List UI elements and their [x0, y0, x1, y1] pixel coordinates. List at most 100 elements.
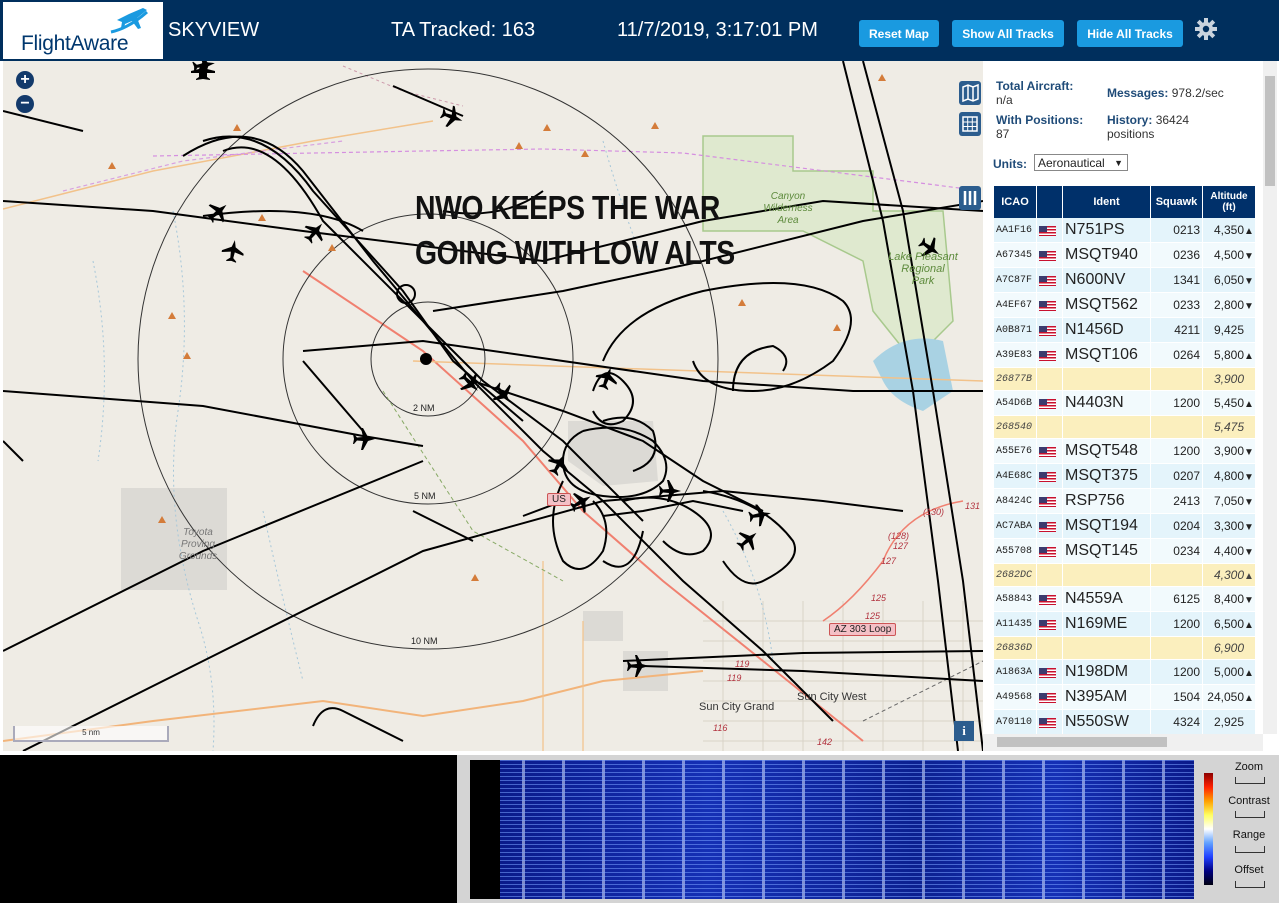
- table-row[interactable]: A49568 N395AM 1504 24,050▲: [994, 684, 1256, 710]
- cell-altitude: 5,000▲: [1202, 659, 1256, 685]
- table-row[interactable]: A4E68C MSQT375 0207 4,800▼: [994, 463, 1256, 489]
- table-row[interactable]: AA1F16 N751PS 0213 4,350▲: [994, 218, 1256, 243]
- aircraft-icon: [220, 238, 246, 264]
- table-row[interactable]: A7C87F N600NV 1341 6,050▼: [994, 267, 1256, 293]
- column-header-icao[interactable]: ICAO: [994, 186, 1037, 218]
- cell-squawk: 0213: [1150, 218, 1203, 243]
- scrollbar-thumb[interactable]: [1265, 76, 1275, 186]
- app-title: SKYVIEW: [168, 19, 260, 41]
- cell-altitude: 2,925: [1202, 709, 1256, 735]
- aircraft-icon: [299, 216, 331, 248]
- scrollbar-thumb[interactable]: [997, 737, 1167, 747]
- table-row[interactable]: A70110 N550SW 4324 2,925: [994, 709, 1256, 735]
- column-header-altitude[interactable]: Altitude (ft): [1202, 186, 1256, 218]
- cell-ident: N550SW: [1062, 709, 1151, 735]
- range-slider[interactable]: [1235, 846, 1265, 853]
- columns-toggle-button[interactable]: [959, 186, 981, 210]
- us-flag-icon: [1039, 471, 1056, 482]
- cell-flag: [1036, 342, 1063, 368]
- waterfall-image: [500, 760, 1194, 899]
- aircraft-icon: [627, 655, 649, 677]
- logo-text: FlightAware: [21, 32, 129, 55]
- gear-icon[interactable]: [1194, 17, 1218, 41]
- offset-slider[interactable]: [1235, 881, 1265, 888]
- table-row[interactable]: A54D6B N4403N 1200 5,450▲: [994, 390, 1256, 416]
- table-row[interactable]: AC7ABA MSQT194 0204 3,300▼: [994, 513, 1256, 539]
- altitude-trend-icon: ▲: [1244, 620, 1254, 631]
- cell-flag: [1036, 659, 1063, 685]
- cell-ident: MSQT562: [1062, 292, 1151, 318]
- cell-icao: A67345: [994, 242, 1037, 268]
- columns-icon: [963, 191, 977, 205]
- flightaware-logo[interactable]: FlightAware: [3, 2, 163, 59]
- cell-flag: [1036, 317, 1063, 343]
- cell-ident: N4403N: [1062, 390, 1151, 416]
- cell-icao: 2682DC: [994, 563, 1037, 587]
- aircraft-icon: [747, 502, 773, 528]
- us-flag-icon: [1039, 496, 1056, 507]
- altitude-trend-icon: ▼: [1244, 472, 1254, 483]
- show-all-tracks-button[interactable]: Show All Tracks: [952, 20, 1064, 47]
- range-label-10nm: 10 NM: [411, 636, 438, 646]
- column-header-flag[interactable]: [1036, 186, 1063, 218]
- cell-ident: N4559A: [1062, 586, 1151, 612]
- cell-squawk: 1200: [1150, 611, 1203, 637]
- cell-squawk: 0234: [1150, 538, 1203, 564]
- hide-all-tracks-button[interactable]: Hide All Tracks: [1077, 20, 1183, 47]
- table-row[interactable]: A11435 N169ME 1200 6,500▲: [994, 611, 1256, 637]
- table-row[interactable]: 2682DC 4,300▲: [994, 563, 1256, 587]
- column-header-squawk[interactable]: Squawk: [1150, 186, 1203, 218]
- color-scale-bar: [1204, 773, 1213, 885]
- cell-ident: MSQT145: [1062, 538, 1151, 564]
- zoom-slider[interactable]: [1235, 777, 1265, 784]
- us-flag-icon: [1039, 350, 1056, 361]
- table-row[interactable]: 26877B 3,900: [994, 367, 1256, 391]
- us-flag-icon: [1039, 546, 1056, 557]
- cell-ident: MSQT194: [1062, 513, 1151, 539]
- panel-vertical-scrollbar[interactable]: [1263, 61, 1277, 734]
- cell-altitude: 5,450▲: [1202, 390, 1256, 416]
- route-number: (128): [888, 531, 910, 541]
- table-row[interactable]: A58843 N4559A 6125 8,400▼: [994, 586, 1256, 612]
- column-header-ident[interactable]: Ident: [1062, 186, 1151, 218]
- cell-icao: A7C87F: [994, 267, 1037, 293]
- table-row[interactable]: A0B871 N1456D 4211 9,425: [994, 317, 1256, 343]
- cell-ident: MSQT106: [1062, 342, 1151, 368]
- cell-squawk: 0264: [1150, 342, 1203, 368]
- aircraft-icon: [659, 480, 681, 502]
- table-row[interactable]: A55E76 MSQT548 1200 3,900▼: [994, 438, 1256, 464]
- table-row[interactable]: A8424C RSP756 2413 7,050▼: [994, 488, 1256, 514]
- us-flag-icon: [1039, 521, 1056, 532]
- cell-icao: A1863A: [994, 659, 1037, 685]
- zoom-in-button[interactable]: +: [16, 71, 34, 89]
- units-select[interactable]: Aeronautical: [1034, 154, 1128, 172]
- cell-flag: [1036, 538, 1063, 564]
- panel-horizontal-scrollbar[interactable]: [983, 734, 1263, 751]
- aircraft-icon: [191, 61, 217, 78]
- table-row[interactable]: A39E83 MSQT106 0264 5,800▲: [994, 342, 1256, 368]
- zoom-out-button[interactable]: −: [16, 95, 34, 113]
- contrast-slider[interactable]: [1235, 811, 1265, 818]
- map-view[interactable]: 2 NM 5 NM 10 NM Lake Pleasant Regional P…: [3, 61, 983, 751]
- table-row[interactable]: 26836D 6,900: [994, 636, 1256, 660]
- route-number: 125: [865, 611, 881, 621]
- info-button[interactable]: i: [954, 721, 974, 741]
- table-row[interactable]: A1863A N198DM 1200 5,000▲: [994, 659, 1256, 685]
- cell-ident: [1062, 636, 1151, 660]
- messages-label: Messages:: [1107, 86, 1169, 100]
- altitude-trend-icon: ▲: [1244, 668, 1254, 679]
- cell-squawk: 0236: [1150, 242, 1203, 268]
- table-row[interactable]: A67345 MSQT940 0236 4,500▼: [994, 242, 1256, 268]
- table-row[interactable]: A4EF67 MSQT562 0233 2,800▼: [994, 292, 1256, 318]
- cell-altitude: 5,800▲: [1202, 342, 1256, 368]
- altitude-value: 6,050: [1213, 273, 1244, 287]
- reset-map-button[interactable]: Reset Map: [859, 20, 939, 47]
- grid-icon: [962, 116, 978, 132]
- cell-ident: N600NV: [1062, 267, 1151, 293]
- grid-toggle-button[interactable]: [959, 112, 981, 136]
- map-layers-button[interactable]: [959, 81, 981, 105]
- cell-ident: N395AM: [1062, 684, 1151, 710]
- aircraft-layer: [191, 61, 946, 677]
- table-row[interactable]: 268540 5,475: [994, 415, 1256, 439]
- table-row[interactable]: A55708 MSQT145 0234 4,400▼: [994, 538, 1256, 564]
